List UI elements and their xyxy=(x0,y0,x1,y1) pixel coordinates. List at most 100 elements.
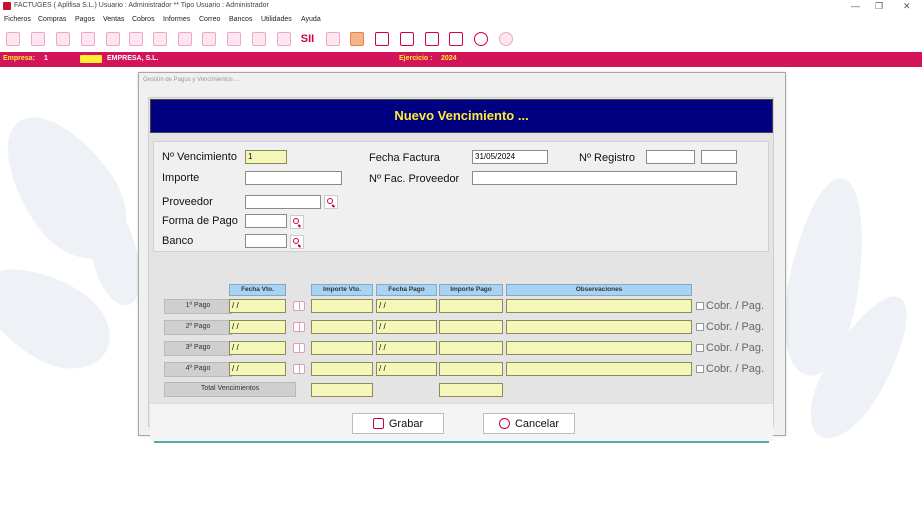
cobr-pag-checkbox-2[interactable] xyxy=(696,323,704,331)
fecha-pago-4[interactable]: / / xyxy=(376,362,437,376)
restore-button[interactable]: ❐ xyxy=(875,1,883,12)
menu-correo[interactable]: Correo xyxy=(199,16,220,23)
observaciones-1[interactable] xyxy=(506,299,692,313)
num-fac-proveedor-field[interactable] xyxy=(472,171,737,185)
grabar-button[interactable]: Grabar xyxy=(352,413,444,434)
help-icon[interactable] xyxy=(472,30,489,47)
contacts-icon[interactable] xyxy=(127,30,144,47)
total-vencimientos-label: Total Vencimientos xyxy=(164,382,296,397)
cancelar-label: Cancelar xyxy=(514,417,560,430)
importe-pago-3[interactable] xyxy=(439,341,503,355)
cobr-pag-checkbox-1[interactable] xyxy=(696,302,704,310)
importe-vto-3[interactable] xyxy=(311,341,373,355)
calculator-icon[interactable] xyxy=(423,30,440,47)
observaciones-2[interactable] xyxy=(506,320,692,334)
num-registro-field-1[interactable] xyxy=(646,150,695,164)
close-window-button[interactable]: ✕ xyxy=(903,1,911,12)
users-icon[interactable] xyxy=(54,30,71,47)
pdf-icon[interactable] xyxy=(324,30,341,47)
fecha-factura-label: Fecha Factura xyxy=(369,152,440,164)
num-registro-field-2[interactable] xyxy=(701,150,737,164)
search-forma-pago-icon[interactable] xyxy=(290,215,304,229)
fecha-pago-3[interactable]: / / xyxy=(376,341,437,355)
fecha-pago-1[interactable]: / / xyxy=(376,299,437,313)
folder-icon xyxy=(80,55,102,63)
save-icon xyxy=(372,418,384,429)
dialog-banner: Nuevo Vencimiento ... xyxy=(150,99,773,133)
menu-bancos[interactable]: Bancos xyxy=(229,16,252,23)
menu-ficheros[interactable]: Ficheros xyxy=(4,16,31,23)
fecha-vto-4[interactable]: / / xyxy=(229,362,286,376)
importe-vto-1[interactable] xyxy=(311,299,373,313)
fecha-vto-3[interactable]: / / xyxy=(229,341,286,355)
edit-icon[interactable] xyxy=(200,30,217,47)
importe-vto-2[interactable] xyxy=(311,320,373,334)
search-proveedor-icon[interactable] xyxy=(324,195,338,209)
minimize-button[interactable]: — xyxy=(851,1,860,11)
calendar-icon[interactable] xyxy=(373,30,390,47)
fecha-factura-field[interactable]: 31/05/2024 xyxy=(472,150,548,164)
invoice-icon[interactable] xyxy=(176,30,193,47)
euro-bag-icon[interactable] xyxy=(275,30,292,47)
forma-pago-label: Forma de Pago xyxy=(162,215,238,227)
ejercicio-label: Ejercicio : xyxy=(399,55,433,62)
menu-ventas[interactable]: Ventas xyxy=(103,16,124,23)
num-vencimiento-field[interactable]: 1 xyxy=(245,150,287,164)
total-importe-pago xyxy=(439,383,503,397)
list-icon[interactable] xyxy=(225,30,242,47)
row-label-4: 4º Pago xyxy=(164,362,232,377)
button-bar: Grabar Cancelar xyxy=(150,403,773,443)
group-icon[interactable] xyxy=(104,30,121,47)
row-label-1: 1º Pago xyxy=(164,299,232,314)
menu-cobros[interactable]: Cobros xyxy=(132,16,155,23)
ejercicio-value: 2024 xyxy=(441,55,457,62)
sii-icon[interactable]: SII xyxy=(299,30,316,47)
menu-utilidades[interactable]: Utilidades xyxy=(261,16,292,23)
calendar-book-icon[interactable] xyxy=(293,364,305,374)
a-icon[interactable] xyxy=(348,30,365,47)
importe-pago-1[interactable] xyxy=(439,299,503,313)
monitor-icon[interactable] xyxy=(398,30,415,47)
search-banco-icon[interactable] xyxy=(290,235,304,249)
banco-field[interactable] xyxy=(245,234,287,248)
calendar-book-icon[interactable] xyxy=(293,301,305,311)
documents-icon[interactable] xyxy=(151,30,168,47)
fecha-vto-2[interactable]: / / xyxy=(229,320,286,334)
banner-title: Nuevo Vencimiento ... xyxy=(394,108,529,123)
calendar-book-icon[interactable] xyxy=(293,322,305,332)
importe-pago-4[interactable] xyxy=(439,362,503,376)
clients-icon[interactable] xyxy=(4,30,21,47)
importe-pago-2[interactable] xyxy=(439,320,503,334)
cobr-pag-checkbox-3[interactable] xyxy=(696,344,704,352)
cancelar-button[interactable]: Cancelar xyxy=(483,413,575,434)
cobr-pag-label-1: Cobr. / Pag. xyxy=(706,300,765,312)
person-icon[interactable] xyxy=(79,30,96,47)
cobr-pag-checkbox-4[interactable] xyxy=(696,365,704,373)
suppliers-icon[interactable] xyxy=(29,30,46,47)
fecha-pago-2[interactable]: / / xyxy=(376,320,437,334)
calendar-book-icon[interactable] xyxy=(293,343,305,353)
menu-informes[interactable]: Informes xyxy=(163,16,190,23)
cobr-pag-label-4: Cobr. / Pag. xyxy=(706,363,765,375)
importe-vto-4[interactable] xyxy=(311,362,373,376)
proveedor-field[interactable] xyxy=(245,195,321,209)
empresa-number: 1 xyxy=(44,55,48,62)
observaciones-4[interactable] xyxy=(506,362,692,376)
menu-ayuda[interactable]: Ayuda xyxy=(301,16,321,23)
header-importe-pago: Importe Pago xyxy=(439,284,503,296)
window-titlebar: FACTUGES ( Aplifisa S.L.) Usuario : Admi… xyxy=(0,0,922,14)
empresa-label: Empresa: xyxy=(3,55,35,62)
folders-icon[interactable] xyxy=(447,30,464,47)
banco-label: Banco xyxy=(162,235,194,247)
menu-compras[interactable]: Compras xyxy=(38,16,66,23)
euro-icon[interactable] xyxy=(250,30,267,47)
menu-pagos[interactable]: Pagos xyxy=(75,16,95,23)
importe-field[interactable] xyxy=(245,171,342,185)
power-icon[interactable] xyxy=(497,30,514,47)
grabar-label: Grabar xyxy=(388,417,424,430)
forma-pago-field[interactable] xyxy=(245,214,287,228)
proveedor-label: Proveedor xyxy=(162,196,213,208)
fecha-vto-1[interactable]: / / xyxy=(229,299,286,313)
observaciones-3[interactable] xyxy=(506,341,692,355)
dialog-body: Nuevo Vencimiento ... Nº Vencimiento 1 I… xyxy=(148,97,774,443)
